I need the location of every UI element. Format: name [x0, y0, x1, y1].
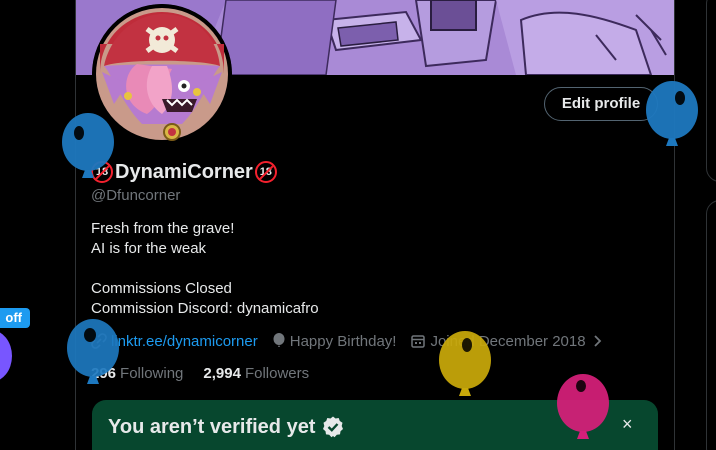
bio-line: Fresh from the grave!	[91, 220, 235, 237]
profile-handle: @Dfuncorner	[91, 187, 181, 204]
followers-label: Followers	[244, 365, 310, 382]
display-name: DynamiCorner	[115, 160, 253, 183]
right-sidebar-panel	[706, 0, 716, 182]
chevron-right-icon[interactable]	[592, 334, 604, 348]
profile-link-text[interactable]: linktr.ee/dynamicorner	[111, 333, 258, 350]
right-sidebar-panel-lower	[706, 200, 716, 450]
verification-card-title: You aren’t verified yet	[108, 415, 345, 439]
profile-birthday: Happy Birthday!	[272, 332, 397, 350]
followers-count: 2,994	[203, 365, 241, 382]
bio-line: Commission Discord: dynamicafro	[91, 300, 319, 317]
adult-badge-icon-right: 18	[254, 161, 277, 183]
partial-avatar	[0, 330, 12, 382]
balloon-icon	[67, 319, 119, 384]
profile-bio: Fresh from the grave! AI is for the weak…	[91, 219, 319, 319]
balloon-icon	[439, 331, 491, 396]
following-label: Following	[120, 365, 184, 382]
bio-line: Commissions Closed	[91, 280, 232, 297]
calendar-icon	[411, 335, 426, 348]
birthday-text: Happy Birthday!	[289, 332, 397, 350]
bio-line	[91, 259, 319, 279]
display-name-row: 18 DynamiCorner 18	[91, 159, 277, 185]
edit-profile-button[interactable]: Edit profile	[544, 87, 658, 121]
toggle-label[interactable]: off	[0, 308, 30, 328]
follow-stats: 296 Following 2,994 Followers	[91, 365, 329, 382]
close-icon[interactable]: ×	[622, 414, 633, 435]
balloon-icon	[646, 81, 698, 146]
column-border-right	[674, 0, 675, 450]
balloon-icon	[557, 374, 609, 439]
profile-meta-row: linktr.ee/dynamicorner Happy Birthday! J…	[91, 331, 622, 351]
balloon-icon	[62, 113, 114, 178]
profile-page: Edit profile 18 DynamiCorner 18 @Dfuncor…	[0, 0, 716, 450]
bio-line: AI is for the weak	[91, 240, 207, 257]
verification-title-text: You aren’t verified yet	[108, 415, 316, 438]
verified-check-icon	[323, 416, 344, 438]
followers-link[interactable]: 2,994 Followers	[203, 365, 309, 382]
balloon-icon	[273, 333, 285, 347]
